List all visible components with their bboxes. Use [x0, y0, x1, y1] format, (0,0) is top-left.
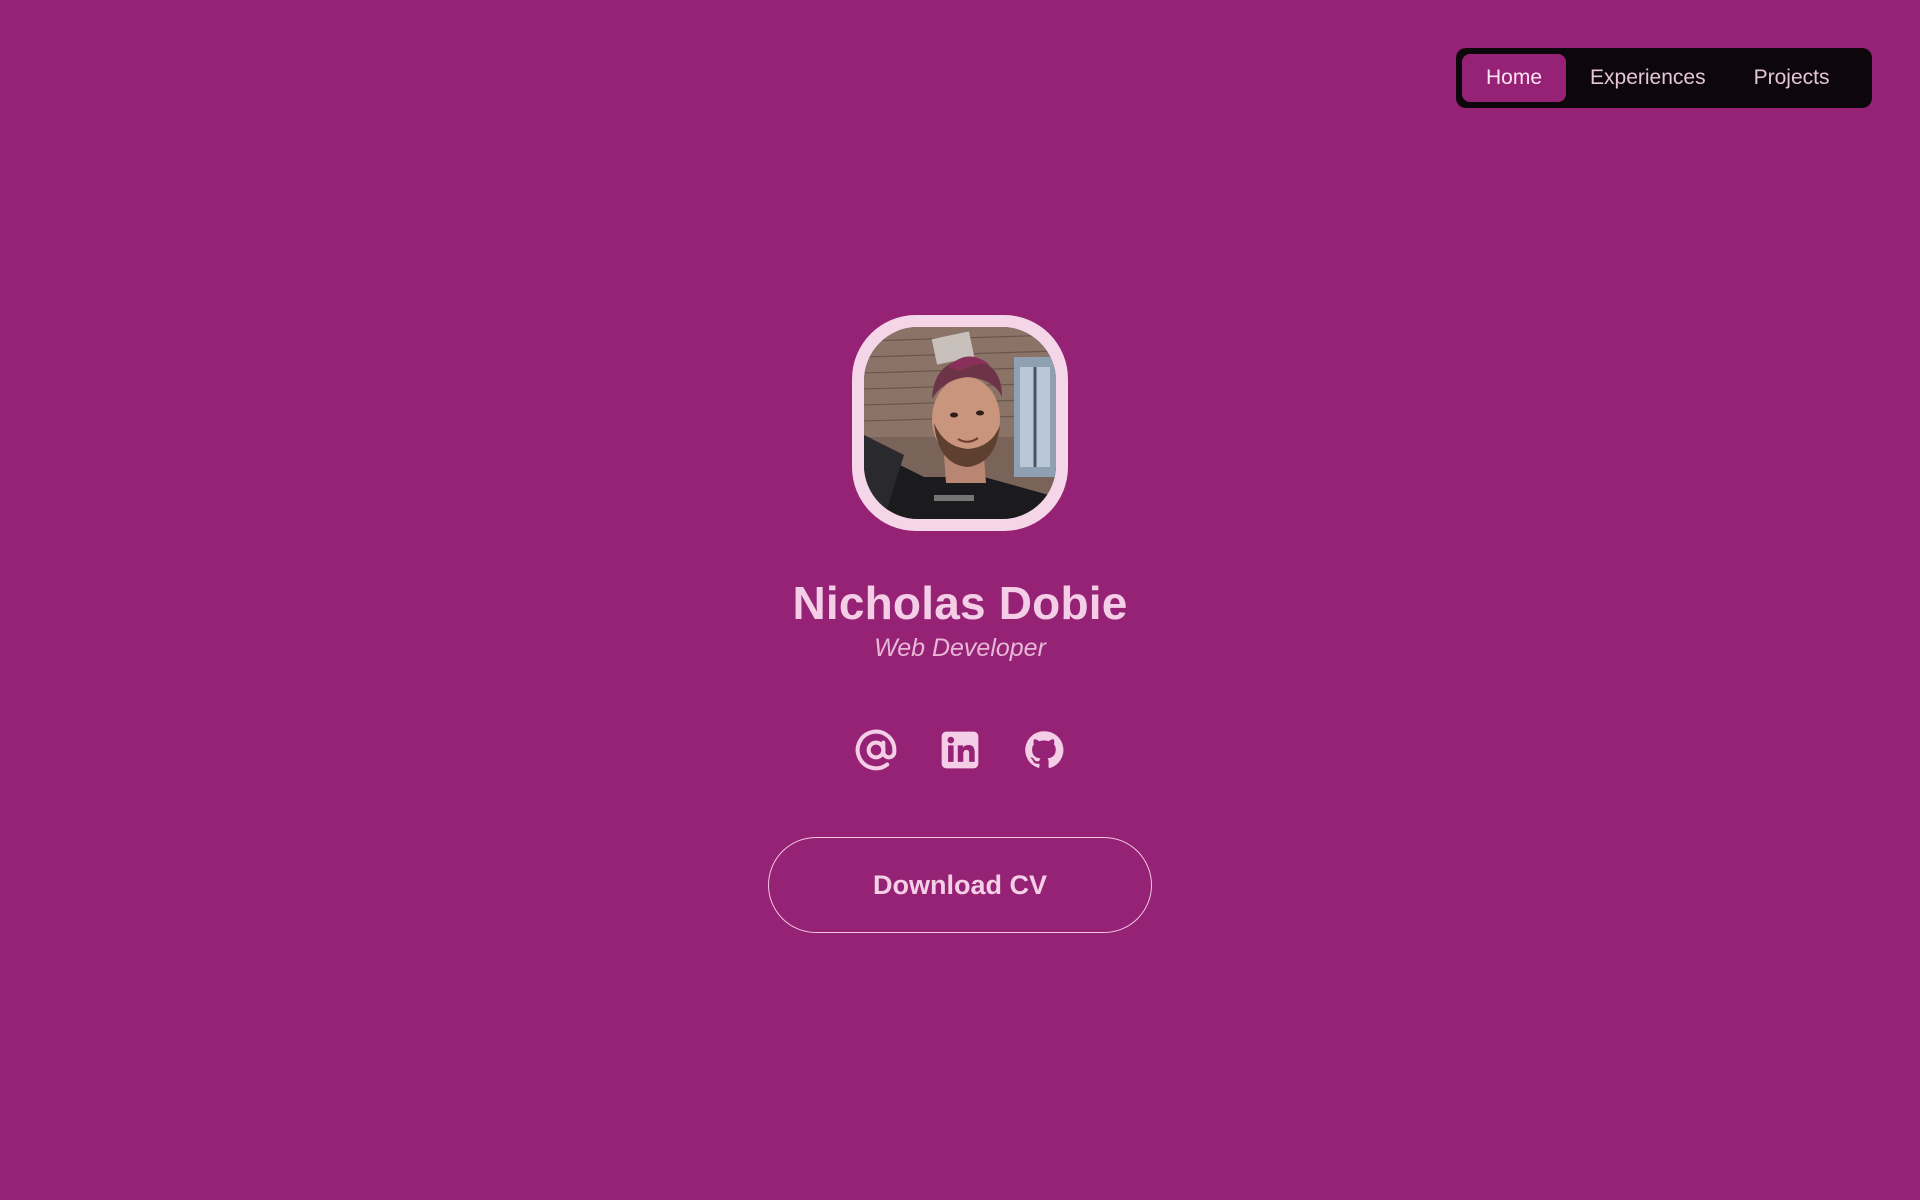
- linkedin-link[interactable]: [938, 728, 982, 772]
- profile-role: Web Developer: [874, 634, 1046, 662]
- download-cv-button[interactable]: Download CV: [768, 837, 1152, 933]
- profile-name: Nicholas Dobie: [792, 577, 1128, 629]
- avatar: [864, 327, 1056, 519]
- social-links: [0, 728, 1920, 772]
- at-sign-icon: [855, 729, 897, 771]
- profile-photo: [864, 327, 1056, 519]
- email-link[interactable]: [854, 728, 898, 772]
- linkedin-icon: [941, 731, 979, 769]
- github-link[interactable]: [1022, 728, 1066, 772]
- avatar-frame: [852, 315, 1068, 531]
- github-icon: [1025, 731, 1064, 769]
- hero-section: Nicholas Dobie Web Developer Download CV: [0, 0, 1920, 1200]
